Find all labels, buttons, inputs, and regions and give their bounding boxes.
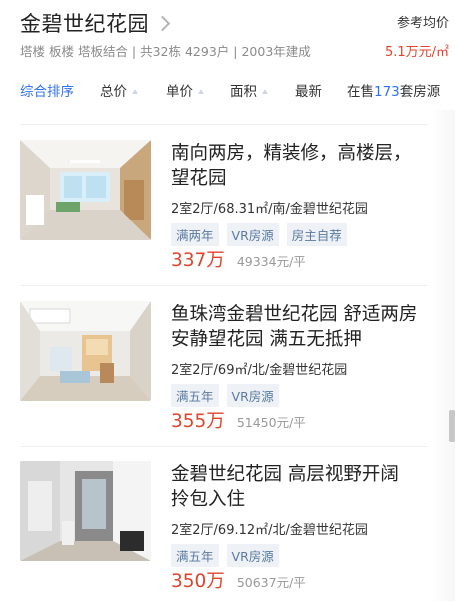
scrollbar-thumb[interactable] — [449, 410, 455, 442]
estate-subinfo: 塔楼 板楼 塔板结合 | 共32栋 4293户 | 2003年建成 — [20, 44, 311, 59]
estate-header: 金碧世纪花园 参考均价 塔楼 板楼 塔板结合 | 共32栋 4293户 | 20… — [0, 0, 455, 64]
listing-unit-price: 51450元/平 — [236, 415, 306, 430]
listing-total-price: 337万 — [171, 250, 225, 271]
listing-total-price: 355万 — [171, 411, 225, 432]
sort-arrow-icon — [262, 89, 268, 94]
listing-photo[interactable] — [20, 461, 151, 561]
listing-price-row: 337万 49334元/平 — [171, 246, 306, 272]
listing-card[interactable]: 金碧世纪花园 高层视野开阔 拎包入住 2室2厅/69.12㎡/北/金碧世纪花园 … — [0, 446, 455, 606]
estate-title: 金碧世纪花园 — [20, 12, 149, 36]
sort-bar: 综合排序 总价 单价 面积 最新 在售173套房源 — [0, 72, 455, 106]
listing-tag: 满两年 — [171, 223, 219, 246]
listing-unit-price: 49334元/平 — [236, 254, 306, 269]
sort-area-label: 面积 — [230, 84, 257, 100]
sort-area[interactable]: 面积 — [230, 80, 268, 100]
listing-total-price: 350万 — [171, 571, 225, 592]
on-sale-prefix: 在售 — [347, 84, 374, 100]
listing-tag: 满五年 — [171, 544, 219, 567]
sort-total-price-label: 总价 — [100, 84, 127, 100]
listing-tags: 满五年 VR房源 — [171, 544, 279, 567]
listing-tag: 房主自荐 — [286, 223, 347, 246]
listing-tag: VR房源 — [226, 384, 279, 407]
listing-photo[interactable] — [20, 140, 151, 240]
listing-tag: VR房源 — [226, 223, 279, 246]
listing-tags: 满两年 VR房源 房主自荐 — [171, 223, 347, 246]
sort-comprehensive[interactable]: 综合排序 — [20, 80, 74, 100]
on-sale-number: 173 — [374, 84, 400, 100]
listing-price-row: 350万 50637元/平 — [171, 567, 306, 593]
listing-card[interactable]: 鱼珠湾金碧世纪花园 舒适两房 安静望花园 满五无抵押 2室2厅/69㎡/北/金碧… — [0, 286, 455, 446]
on-sale-suffix: 套房源 — [399, 84, 441, 100]
listing-card[interactable]: 南向两房，精装修，高楼层，望花园 2室2厅/68.31㎡/南/金碧世纪花园 满两… — [0, 125, 455, 285]
sort-arrow-icon — [198, 89, 204, 94]
listing-title[interactable]: 金碧世纪花园 高层视野开阔 拎包入住 — [171, 462, 421, 512]
sort-unit-price-label: 单价 — [166, 84, 193, 100]
sort-arrow-icon — [132, 89, 138, 94]
scroll-edge-shadow — [431, 110, 455, 601]
sort-latest[interactable]: 最新 — [295, 80, 322, 100]
listing-unit-price: 50637元/平 — [236, 575, 306, 590]
listing-tag: VR房源 — [226, 544, 279, 567]
sort-unit-price[interactable]: 单价 — [166, 80, 204, 100]
listing-meta: 2室2厅/69.12㎡/北/金碧世纪花园 — [171, 523, 368, 538]
listing-photo[interactable] — [20, 301, 151, 401]
listing-title[interactable]: 鱼珠湾金碧世纪花园 舒适两房 安静望花园 满五无抵押 — [171, 302, 421, 352]
listing-price-row: 355万 51450元/平 — [171, 407, 306, 433]
listing-meta: 2室2厅/69㎡/北/金碧世纪花园 — [171, 363, 348, 378]
on-sale-count[interactable]: 在售173套房源 — [347, 80, 440, 100]
sort-total-price[interactable]: 总价 — [100, 80, 138, 100]
chevron-right-icon — [154, 15, 171, 31]
listing-meta: 2室2厅/68.31㎡/南/金碧世纪花园 — [171, 202, 368, 217]
listing-tag: 满五年 — [171, 384, 219, 407]
listing-title[interactable]: 南向两房，精装修，高楼层，望花园 — [171, 141, 421, 191]
reference-price-label: 参考均价 — [396, 16, 449, 31]
listing-tags: 满五年 VR房源 — [171, 384, 279, 407]
reference-price-value: 5.1万元/㎡ — [384, 45, 449, 60]
estate-title-link[interactable]: 金碧世纪花园 — [20, 8, 171, 38]
